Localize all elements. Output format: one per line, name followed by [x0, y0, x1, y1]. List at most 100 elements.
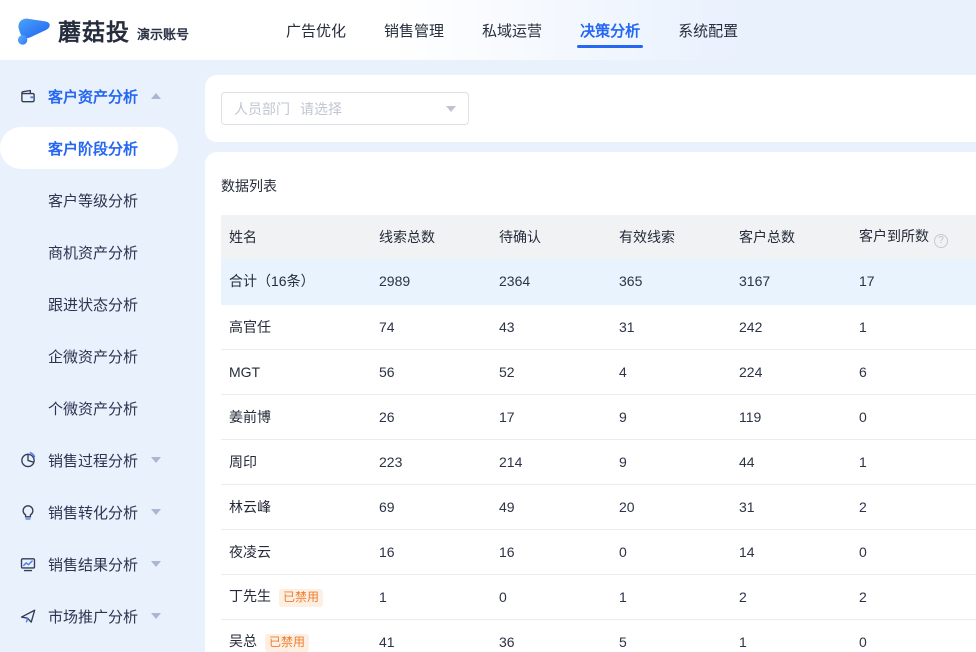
value-cell: 2: [851, 484, 976, 529]
table-row: 夜凌云16160140: [221, 529, 976, 574]
value-cell: 16: [491, 529, 611, 574]
value-cell: 43: [491, 304, 611, 349]
value-cell: 41: [371, 619, 491, 652]
nav-tab-4[interactable]: 系统配置: [659, 0, 757, 60]
column-header-label: 客户总数: [739, 229, 795, 245]
person-name: 丁先生: [229, 588, 271, 604]
person-name: 姜前博: [229, 409, 271, 425]
select-placeholder: 请选择: [300, 99, 342, 119]
value-cell: 17: [851, 259, 976, 304]
column-header-label: 有效线索: [619, 229, 675, 245]
chevron-down-icon: [151, 613, 161, 619]
table-row: 丁先生已禁用10122: [221, 574, 976, 619]
lightbulb-icon: [19, 503, 37, 521]
person-name: 吴总: [229, 633, 257, 649]
table-row: 周印2232149441: [221, 439, 976, 484]
help-question-icon[interactable]: ?: [934, 234, 948, 248]
primary-nav-tabs: 广告优化销售管理私域运营决策分析系统配置: [267, 0, 757, 60]
value-cell: 49: [491, 484, 611, 529]
mushroom-cloud-logo-icon: [14, 14, 52, 46]
nav-tab-3[interactable]: 决策分析: [561, 0, 659, 60]
sidebar-item-0-3[interactable]: 跟进状态分析: [0, 278, 200, 330]
table-row: MGT565242246: [221, 349, 976, 394]
value-cell: 1: [731, 619, 851, 652]
value-cell: 0: [851, 529, 976, 574]
chevron-down-icon: [446, 106, 456, 112]
sidebar-item-0-5[interactable]: 个微资产分析: [0, 382, 200, 434]
value-cell: 1: [611, 574, 731, 619]
value-cell: 3167: [731, 259, 851, 304]
column-header-label: 待确认: [499, 229, 541, 245]
chevron-down-icon: [151, 509, 161, 515]
data-list-title: 数据列表: [221, 176, 976, 196]
name-cell: 合计（16条）: [221, 259, 371, 304]
disabled-status-badge: 已禁用: [279, 589, 323, 606]
value-cell: 16: [371, 529, 491, 574]
filter-panel: 人员部门 请选择: [205, 75, 976, 142]
value-cell: 17: [491, 394, 611, 439]
name-cell: 夜凌云: [221, 529, 371, 574]
nav-tab-1[interactable]: 销售管理: [365, 0, 463, 60]
sidebar-group-1[interactable]: 销售过程分析: [0, 434, 200, 486]
sidebar-item-0-4[interactable]: 企微资产分析: [0, 330, 200, 382]
nav-tab-2[interactable]: 私域运营: [463, 0, 561, 60]
value-cell: 0: [491, 574, 611, 619]
value-cell: 5: [611, 619, 731, 652]
sidebar-group-2[interactable]: 销售转化分析: [0, 486, 200, 538]
value-cell: 52: [491, 349, 611, 394]
sidebar-group-label: 客户资产分析: [48, 86, 138, 107]
value-cell: 9: [611, 439, 731, 484]
sidebar-group-0[interactable]: 客户资产分析: [0, 70, 200, 122]
monitor-chart-icon: [19, 555, 37, 573]
value-cell: 2364: [491, 259, 611, 304]
table-header-row: 姓名 线索总数 待确认 有效线索 客户总数 客户到所数?: [221, 215, 976, 259]
value-cell: 31: [611, 304, 731, 349]
data-list-panel: 数据列表 姓名 线索总数 待确认 有效线索 客户总数 客户到所数? 合计（16条）2989…: [205, 152, 976, 652]
value-cell: 365: [611, 259, 731, 304]
value-cell: 4: [611, 349, 731, 394]
chevron-up-icon: [151, 93, 161, 99]
value-cell: 1: [851, 304, 976, 349]
value-cell: 6: [851, 349, 976, 394]
value-cell: 74: [371, 304, 491, 349]
sidebar-item-0-1[interactable]: 客户等级分析: [0, 174, 200, 226]
sidebar-group-label: 市场推广分析: [48, 606, 138, 627]
value-cell: 9: [611, 394, 731, 439]
department-select[interactable]: 人员部门 请选择: [221, 92, 469, 125]
value-cell: 0: [851, 394, 976, 439]
nav-tab-0[interactable]: 广告优化: [267, 0, 365, 60]
value-cell: 56: [371, 349, 491, 394]
name-cell: 高官任: [221, 304, 371, 349]
value-cell: 223: [371, 439, 491, 484]
summary-row: 合计（16条）29892364365316717: [221, 259, 976, 304]
name-cell: 吴总已禁用: [221, 619, 371, 652]
value-cell: 1: [371, 574, 491, 619]
value-cell: 119: [731, 394, 851, 439]
value-cell: 1: [851, 439, 976, 484]
column-header-2: 待确认: [491, 215, 611, 259]
send-icon: [19, 607, 37, 625]
sidebar-navigation: 客户资产分析客户阶段分析客户等级分析商机资产分析跟进状态分析企微资产分析个微资产…: [0, 70, 200, 642]
select-label: 人员部门: [234, 99, 290, 119]
table-row: 林云峰694920312: [221, 484, 976, 529]
app-logo[interactable]: 蘑菇投 演示账号: [0, 13, 189, 47]
column-header-label: 姓名: [229, 229, 257, 245]
value-cell: 31: [731, 484, 851, 529]
sidebar-group-3[interactable]: 销售结果分析: [0, 538, 200, 590]
name-cell: 丁先生已禁用: [221, 574, 371, 619]
app-name: 蘑菇投: [58, 13, 130, 47]
table-row: 姜前博 261791190: [221, 394, 976, 439]
value-cell: 214: [491, 439, 611, 484]
wallet-icon: [19, 87, 37, 105]
value-cell: 26: [371, 394, 491, 439]
value-cell: 0: [611, 529, 731, 574]
person-name: 周印: [229, 454, 257, 470]
column-header-0: 姓名: [221, 215, 371, 259]
name-cell: 姜前博: [221, 394, 371, 439]
sidebar-item-0-0[interactable]: 客户阶段分析: [0, 127, 178, 169]
column-header-5: 客户到所数?: [851, 215, 976, 259]
column-header-1: 线索总数: [371, 215, 491, 259]
sidebar-group-4[interactable]: 市场推广分析: [0, 590, 200, 642]
sidebar-item-0-2[interactable]: 商机资产分析: [0, 226, 200, 278]
column-header-label: 线索总数: [379, 229, 435, 245]
